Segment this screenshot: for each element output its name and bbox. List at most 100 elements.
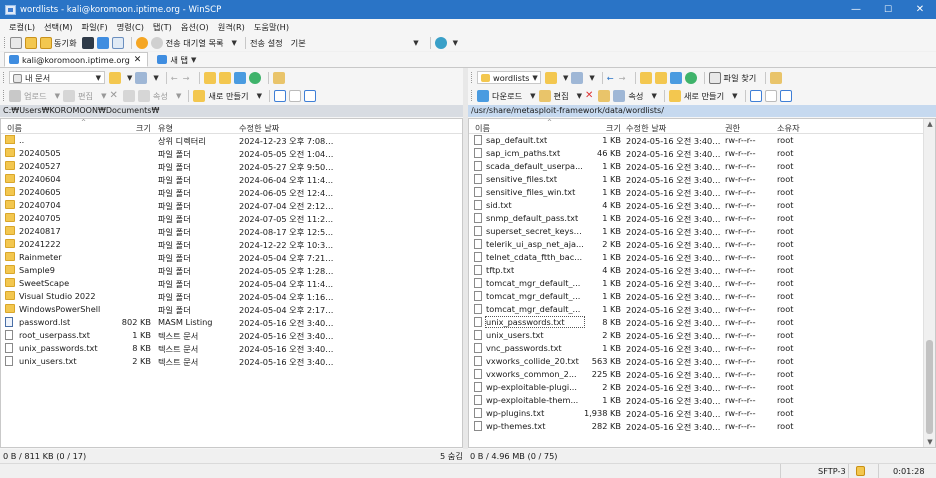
table-row[interactable]: SweetScape 파일 폴더 2024-05-04 오후 11:4... (1, 277, 462, 290)
menu-commands[interactable]: 명령(C) (117, 21, 144, 33)
hidden-files-status[interactable]: 5 숨김 (440, 450, 463, 462)
delete-icon[interactable]: ✕ (585, 90, 593, 101)
table-row[interactable]: telerik_ui_asp_net_aja... 2 KB 2024-05-16 … (469, 238, 935, 251)
chevron-down-icon[interactable]: ▼ (127, 74, 132, 82)
table-row[interactable]: sensitive_files.txt 1 KB 2024-05-16 오전 3:4… (469, 173, 935, 186)
synchronize-button[interactable]: 동기화 (54, 37, 77, 49)
scroll-thumb[interactable] (926, 340, 933, 434)
synchronize-icon[interactable] (40, 36, 52, 49)
properties-button[interactable]: 속성 (628, 90, 643, 102)
column-owner[interactable]: 소유자 (777, 122, 800, 134)
minimize-button[interactable]: — (840, 0, 872, 19)
chevron-down-icon[interactable]: ▼ (732, 92, 737, 100)
table-row[interactable]: 20240527 파일 폴더 2024-05-27 오후 9:50:... (1, 160, 462, 173)
chevron-down-icon[interactable]: ▼ (651, 92, 656, 100)
chevron-down-icon[interactable]: ▼ (577, 92, 582, 100)
upload-button[interactable]: 업로드 (24, 90, 47, 102)
globe-icon[interactable] (434, 36, 447, 49)
chevron-down-icon[interactable]: ▼ (563, 74, 568, 82)
unselect-icon[interactable] (288, 89, 301, 102)
table-row[interactable]: root_userpass.txt 1 KB 텍스트 문서 2024-05-16 오전… (1, 329, 462, 342)
column-name[interactable]: 이름 (475, 122, 490, 134)
table-row[interactable]: tomcat_mgr_default_... 1 KB 2024-05-16 오전 … (469, 277, 935, 290)
menu-local[interactable]: 로컬(L) (9, 21, 35, 33)
remote-location-dropdown[interactable]: wordlists ▼ (477, 71, 541, 84)
table-row[interactable]: unix_users.txt 2 KB 텍스트 문서 2024-05-16 오전 3:… (1, 355, 462, 368)
chevron-down-icon[interactable]: ▼ (589, 74, 594, 82)
menu-tabs[interactable]: 탭(T) (153, 21, 172, 33)
chevron-down-icon[interactable]: ▼ (101, 92, 106, 100)
chevron-down-icon[interactable]: ▼ (153, 74, 158, 82)
new-folder-icon[interactable] (193, 89, 206, 102)
table-row[interactable]: 20240704 파일 폴더 2024-07-04 오전 2:12:... (1, 199, 462, 212)
table-row[interactable]: unix_passwords.txt 8 KB 텍스트 문서 2024-05-16 오… (1, 342, 462, 355)
find-icon[interactable] (770, 71, 783, 84)
menu-help[interactable]: 도움말(H) (254, 21, 289, 33)
table-row[interactable]: wp-plugins.txt 1,938 KB 2024-05-16 오전 3:40… (469, 407, 935, 420)
transfer-queue-button[interactable]: 전송 대기열 목록 (166, 37, 224, 49)
root-dir-icon[interactable] (218, 71, 231, 84)
column-type[interactable]: 유형 (158, 122, 173, 134)
scroll-up-icon[interactable]: ▲ (924, 120, 935, 128)
chevron-down-icon[interactable]: ▼ (453, 39, 458, 47)
column-size[interactable]: 크기 (591, 122, 621, 134)
open-folder-icon[interactable] (545, 71, 557, 84)
scroll-down-icon[interactable]: ▼ (924, 438, 935, 446)
table-row[interactable]: wp-themes.txt 282 KB 2024-05-16 오전 3:40:..… (469, 420, 935, 433)
table-row[interactable]: password.lst 802 KB MASM Listing 2024-05-16… (1, 316, 462, 329)
column-name[interactable]: 이름 (7, 122, 22, 134)
filter-icon[interactable] (135, 71, 148, 84)
close-icon[interactable]: ✕ (134, 55, 142, 65)
unselect-icon[interactable] (764, 89, 777, 102)
column-rights[interactable]: 권한 (725, 122, 740, 134)
select-all-icon[interactable] (749, 89, 762, 102)
menu-remote[interactable]: 원격(R) (218, 21, 245, 33)
table-row[interactable]: tomcat_mgr_default_... 1 KB 2024-05-16 오전 … (469, 303, 935, 316)
table-row[interactable]: snmp_default_pass.txt 1 KB 2024-05-16 오전 3… (469, 212, 935, 225)
parent-dir-icon[interactable] (639, 71, 652, 84)
select-all-icon[interactable] (273, 89, 286, 102)
queue-icon[interactable] (150, 36, 163, 49)
root-dir-icon[interactable] (654, 71, 667, 84)
table-row[interactable]: Rainmeter 파일 폴더 2024-05-04 오후 7:21:... (1, 251, 462, 264)
chevron-down-icon[interactable]: ▼ (530, 92, 535, 100)
properties-button[interactable]: 속성 (153, 90, 168, 102)
table-row[interactable]: unix_passwords.txt 8 KB 2024-05-16 오전 3:40… (469, 316, 935, 329)
maximize-button[interactable]: ☐ (872, 0, 904, 19)
new-folder-icon[interactable] (668, 89, 681, 102)
remote-file-list[interactable]: 이름 ^ 크기 수정한 날짜 권한 소유자 sap_default.txt 1 K… (468, 118, 936, 448)
edit-icon[interactable] (538, 89, 551, 102)
transfer-settings-dropdown[interactable]: 기본 ▼ (288, 36, 422, 49)
forward-icon[interactable]: → (183, 73, 190, 83)
menu-options[interactable]: 옵션(O) (181, 21, 209, 33)
table-row[interactable]: 20241222 파일 폴더 2024-12-22 오후 10:3... (1, 238, 462, 251)
chevron-down-icon[interactable]: ▼ (176, 92, 181, 100)
putty-icon[interactable] (96, 36, 109, 49)
toolbar-grip[interactable] (4, 37, 6, 48)
local-location-dropdown[interactable]: 내 문서 ▼ (9, 71, 105, 84)
parent-dir-icon[interactable] (203, 71, 216, 84)
lock-icon[interactable] (856, 466, 865, 476)
table-row[interactable]: scada_default_userpa... 1 KB 2024-05-16 오전… (469, 160, 935, 173)
table-row[interactable]: 20240817 파일 폴더 2024-08-17 오후 12:5... (1, 225, 462, 238)
menu-mark[interactable]: 선택(M) (44, 21, 73, 33)
table-row[interactable]: superset_secret_keys.t... 1 KB 2024-05-16 … (469, 225, 935, 238)
table-row[interactable]: telnet_cdata_ftth_bac... 1 KB 2024-05-16 오… (469, 251, 935, 264)
table-row[interactable]: sap_default.txt 1 KB 2024-05-16 오전 3:40:..… (469, 134, 935, 147)
toolbar-grip[interactable] (3, 90, 5, 101)
open-folder-icon[interactable] (109, 71, 121, 84)
refresh-icon[interactable] (248, 71, 261, 84)
column-modified[interactable]: 수정한 날짜 (626, 122, 666, 134)
download-icon[interactable] (477, 89, 489, 102)
back-icon[interactable]: ← (607, 73, 614, 83)
local-panel-icon[interactable] (10, 36, 22, 49)
column-modified[interactable]: 수정한 날짜 (239, 122, 279, 134)
home-icon[interactable] (233, 71, 246, 84)
find-files-button[interactable]: 파일 찾기 (724, 72, 757, 84)
forward-icon[interactable]: → (619, 73, 626, 83)
terminal-icon[interactable] (81, 36, 94, 49)
tab-new[interactable]: 새 탭 ▼ (152, 52, 203, 67)
edit-button[interactable]: 편집 (78, 90, 93, 102)
new-button[interactable]: 새로 만들기 (684, 90, 724, 102)
toolbar-grip[interactable] (471, 72, 473, 83)
